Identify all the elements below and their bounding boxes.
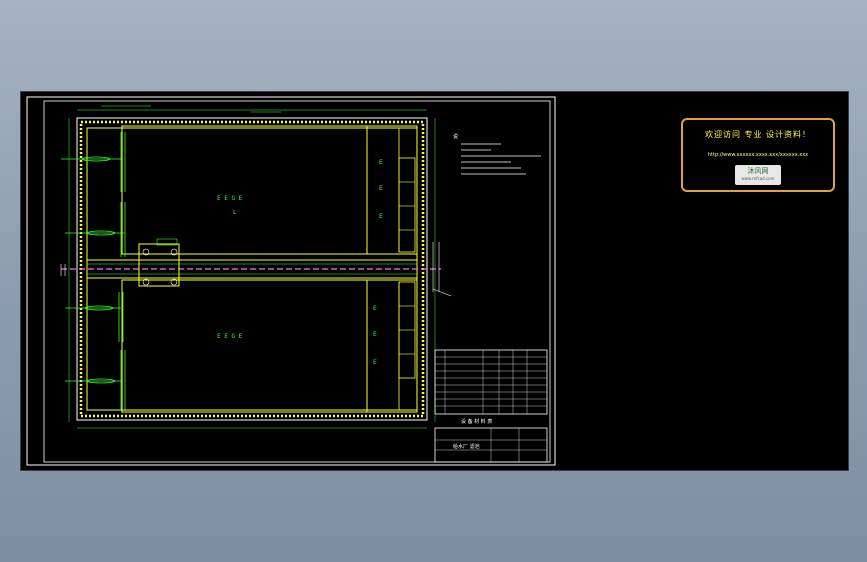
ad-url-link[interactable]: http://www.xxxxxx.xxxx.xxx/xxxxxx.xxx xyxy=(683,152,833,158)
lower-filter-cell xyxy=(121,279,368,413)
dimension-lines xyxy=(68,105,436,429)
sheet-border-inner xyxy=(43,100,551,463)
channel-label-1: E xyxy=(379,159,383,166)
title-block-text: 给水厂 滤池 xyxy=(453,443,480,450)
equipment-table-title: 设 备 材 料 表 xyxy=(461,418,492,425)
ad-headline: 欢迎访问 专业 设计资料！ xyxy=(704,130,812,139)
notes-lines xyxy=(461,143,541,175)
upper-cell-label: E E G E xyxy=(217,195,243,202)
upper-filter-cell xyxy=(121,125,368,255)
cad-viewport[interactable]: E E G E L E E G E E E E E E E 说 设 备 材 料 … xyxy=(20,91,849,471)
channel-label-4: E xyxy=(373,305,377,312)
lower-cell-label: E E G E xyxy=(217,333,243,340)
equipment-table xyxy=(434,349,548,415)
ad-banner[interactable]: 欢迎访问 专业 设计资料！ http://www.xxxxxx.xxxx.xxx… xyxy=(681,118,835,192)
channel-label-2: E xyxy=(379,185,383,192)
ad-logo[interactable]: 沐风网 www.mfcad.com xyxy=(735,165,781,185)
lower-right-channel xyxy=(366,279,418,413)
upper-right-channel xyxy=(366,125,418,255)
ad-logo-text: 沐风网 xyxy=(747,167,769,175)
left-inlet-pipes xyxy=(61,132,126,410)
channel-label-6: E xyxy=(373,359,377,366)
upper-gallery xyxy=(398,157,416,253)
upper-cell-sublabel: L xyxy=(233,209,237,216)
notes-heading: 说 xyxy=(453,133,458,140)
ad-logo-sub: www.mfcad.com xyxy=(741,176,775,181)
channel-label-3: E xyxy=(379,213,383,220)
channel-label-5: E xyxy=(373,331,377,338)
